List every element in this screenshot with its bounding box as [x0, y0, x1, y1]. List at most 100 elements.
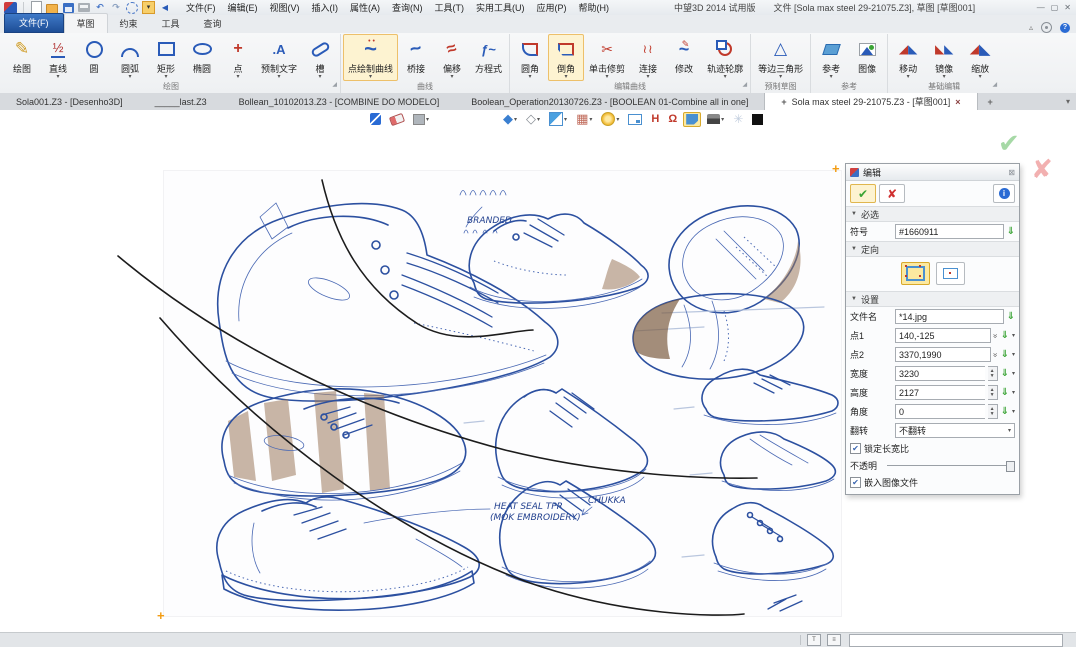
panel-close-icon[interactable]: ⊠: [1008, 168, 1015, 177]
settings-gear-icon[interactable]: [1041, 22, 1052, 33]
restore-button[interactable]: ▢: [1051, 3, 1059, 12]
panel-ok-button[interactable]: ✔: [850, 184, 876, 203]
collapse-ribbon-icon[interactable]: ▵: [1029, 23, 1033, 32]
insert-value-icon[interactable]: ⇓: [1001, 407, 1009, 417]
ribbon-item-point-curve[interactable]: 点绘制曲线▾: [343, 34, 398, 81]
panel-cancel-button[interactable]: ✘: [879, 184, 905, 203]
lock-ratio-checkbox[interactable]: ✔: [850, 443, 861, 454]
section-settings[interactable]: ▼ 设置: [846, 291, 1019, 307]
doc-tab-4[interactable]: Boolean_Operation20130726.Z3 - [BOOLEAN …: [455, 93, 764, 110]
doc-tab-2[interactable]: _____last.Z3: [139, 93, 223, 110]
insert-value-icon[interactable]: ⇓: [1007, 227, 1015, 237]
group-dialog-launcher[interactable]: ◢: [992, 79, 997, 91]
doc-tab-3[interactable]: Bollean_10102013.Z3 - [COMBINE DO MODELO…: [223, 93, 456, 110]
ribbon-item-arc[interactable]: 圆弧▾: [112, 34, 148, 81]
view-orientation-icon[interactable]: ▾: [546, 110, 570, 128]
cancel-x-button[interactable]: ✘: [1031, 154, 1053, 185]
menu-insert[interactable]: 插入(I): [307, 0, 344, 15]
drawing-canvas[interactable]: .o{fill:none;stroke:#2c50a0;stroke-width…: [0, 128, 1076, 632]
eraser-icon[interactable]: [387, 113, 407, 126]
expand-chevrons-icon[interactable]: »: [991, 353, 1000, 356]
command-input[interactable]: [849, 634, 1063, 647]
edit-panel-header[interactable]: 编辑 ⊠: [846, 164, 1019, 181]
group-dialog-launcher[interactable]: ◢: [742, 79, 747, 91]
ribbon-item-rectangle[interactable]: 矩形▾: [148, 34, 184, 81]
orientation-corners-button[interactable]: [901, 262, 930, 285]
flip-select[interactable]: 不翻转 ▾: [895, 423, 1015, 438]
shaded-view-icon[interactable]: ▾: [500, 109, 520, 129]
group-dialog-launcher[interactable]: ◢: [332, 79, 337, 91]
insert-value-icon[interactable]: ⇓: [1001, 388, 1009, 398]
spinner-control[interactable]: ▲▼: [988, 385, 998, 400]
chevron-down-icon[interactable]: ▾: [1012, 351, 1015, 358]
ribbon-item-move[interactable]: 移动▾: [890, 34, 926, 81]
grid-display-icon[interactable]: ▾: [573, 109, 595, 129]
ribbon-item-bridge[interactable]: 桥接: [398, 34, 434, 81]
close-button[interactable]: ✕: [1064, 3, 1071, 12]
doc-tab-active[interactable]: + Sola max steel 29-21075.Z3 - [草图001] ×: [764, 93, 977, 110]
tab-tools[interactable]: 工具: [150, 14, 192, 33]
confirm-check-button[interactable]: ✔: [998, 128, 1020, 159]
menu-inquire[interactable]: 查询(N): [387, 0, 428, 15]
chevron-down-icon[interactable]: ▾: [1012, 370, 1015, 377]
insert-value-icon[interactable]: ⇓: [1001, 350, 1009, 360]
ribbon-item-mirror[interactable]: 镜像▾: [926, 34, 962, 81]
exit-sketch-icon[interactable]: [367, 111, 384, 127]
ribbon-item-sketch[interactable]: 绘图: [4, 34, 40, 81]
block-display-icon[interactable]: ▾: [410, 112, 432, 127]
insert-value-icon[interactable]: ⇓: [1001, 369, 1009, 379]
target-tool-icon[interactable]: [126, 2, 138, 13]
insert-value-icon[interactable]: ⇓: [1001, 331, 1009, 341]
tab-list-menu-icon[interactable]: ▾: [1066, 93, 1076, 110]
section-h-icon[interactable]: [648, 111, 662, 127]
shoe-sketch-image[interactable]: .o{fill:none;stroke:#2c50a0;stroke-width…: [163, 170, 842, 617]
fit-display-icon[interactable]: [625, 112, 645, 127]
image-display-toggle-icon[interactable]: [683, 112, 701, 127]
print-icon[interactable]: [78, 2, 90, 13]
doc-tab-1[interactable]: Sola001.Z3 - [Desenho3D]: [0, 93, 139, 110]
collapse-toolbar-icon[interactable]: ◀: [159, 2, 171, 13]
ribbon-item-pretext[interactable]: 预制文字▾: [256, 34, 302, 81]
wireframe-view-icon[interactable]: ▾: [523, 109, 543, 129]
height-input[interactable]: 2127: [895, 385, 985, 400]
tab-sketch[interactable]: 草图: [64, 13, 108, 33]
point2-input[interactable]: 3370,1990: [895, 347, 991, 362]
ribbon-item-image[interactable]: 图像: [849, 34, 885, 81]
embed-image-checkbox[interactable]: ✔: [850, 477, 861, 488]
image-corner-marker-top-right[interactable]: +: [832, 164, 840, 174]
panel-info-button[interactable]: i: [993, 184, 1015, 203]
slider-handle[interactable]: [1006, 461, 1015, 472]
spinner-control[interactable]: ▲▼: [988, 366, 998, 381]
ribbon-item-circle[interactable]: 圆: [76, 34, 112, 81]
width-input[interactable]: 3230: [895, 366, 985, 381]
minimize-button[interactable]: —: [1037, 3, 1045, 12]
ribbon-item-trace-profile[interactable]: 轨迹轮廓▾: [702, 34, 748, 81]
ribbon-item-trim[interactable]: 单击修剪▾: [584, 34, 630, 81]
redo-icon[interactable]: ↷: [110, 2, 122, 13]
ribbon-item-modify[interactable]: 修改: [666, 34, 702, 81]
new-tab-button[interactable]: +: [978, 93, 1003, 110]
ribbon-item-reference[interactable]: 参考▾: [813, 34, 849, 81]
chevron-down-icon[interactable]: ▾: [1012, 408, 1015, 415]
section-omega-icon[interactable]: [665, 111, 680, 127]
tab-constraint[interactable]: 约束: [108, 14, 150, 33]
render-mode-icon[interactable]: ▾: [598, 110, 622, 128]
chevron-down-icon[interactable]: ▾: [1012, 389, 1015, 396]
file-menu-button[interactable]: 文件(F): [4, 13, 64, 33]
menu-applications[interactable]: 应用(P): [532, 0, 572, 15]
list-filter-icon[interactable]: ≡: [827, 634, 841, 646]
help-icon[interactable]: ?: [1060, 23, 1070, 33]
section-required[interactable]: ▼ 必选: [846, 206, 1019, 222]
new-file-icon[interactable]: [30, 2, 42, 13]
symbol-input[interactable]: #1660911: [895, 224, 1004, 239]
orientation-center-button[interactable]: [936, 262, 965, 285]
menu-file[interactable]: 文件(F): [181, 0, 221, 15]
background-color-icon[interactable]: [749, 112, 766, 127]
ribbon-item-ellipse[interactable]: 椭圆: [184, 34, 220, 81]
ribbon-item-offset[interactable]: 偏移▾: [434, 34, 470, 81]
angle-input[interactable]: 0: [895, 404, 985, 419]
insert-value-icon[interactable]: ⇓: [1007, 312, 1015, 322]
ribbon-item-triangle[interactable]: 等边三角形▾: [753, 34, 808, 81]
layers-icon[interactable]: ▾: [704, 112, 727, 126]
opacity-slider[interactable]: [887, 460, 1015, 471]
